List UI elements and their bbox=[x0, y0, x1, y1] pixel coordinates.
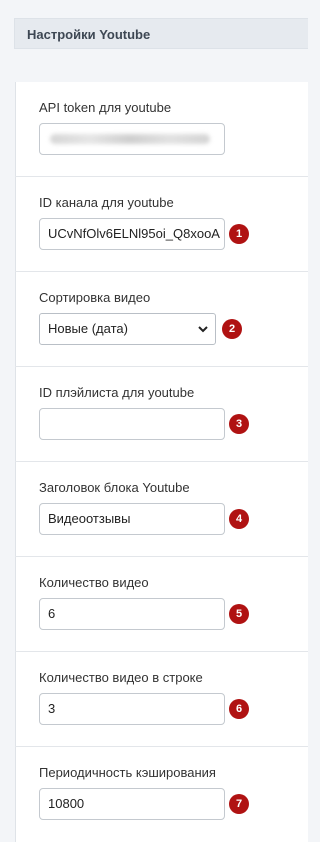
api-token-input[interactable] bbox=[39, 123, 225, 155]
videos-per-row-label: Количество видео в строке bbox=[39, 670, 203, 685]
chevron-down-icon bbox=[198, 314, 208, 344]
step-badge-3: 3 bbox=[229, 414, 249, 434]
api-token-label: API token для youtube bbox=[39, 100, 172, 115]
block-title-label: Заголовок блока Youtube bbox=[39, 480, 190, 495]
field-video-count: Количество видео 6 5 bbox=[15, 556, 308, 651]
step-badge-5: 5 bbox=[229, 604, 249, 624]
playlist-id-input[interactable] bbox=[39, 408, 225, 440]
section-title: Настройки Youtube bbox=[27, 27, 151, 42]
sort-label: Сортировка видео bbox=[39, 290, 151, 305]
sort-selected-value: Новые (дата) bbox=[48, 321, 128, 336]
video-count-label: Количество видео bbox=[39, 575, 149, 590]
field-block-title: Заголовок блока Youtube Видеоотзывы 4 bbox=[15, 461, 308, 556]
channel-id-label: ID канала для youtube bbox=[39, 195, 174, 210]
cache-period-input[interactable]: 10800 bbox=[39, 788, 225, 820]
cache-period-label: Периодичность кэширования bbox=[39, 765, 216, 780]
field-cache-period: Периодичность кэширования 10800 7 bbox=[15, 746, 308, 837]
field-videos-per-row: Количество видео в строке 3 6 bbox=[15, 651, 308, 746]
sort-select[interactable]: Новые (дата) bbox=[39, 313, 216, 345]
videos-per-row-input[interactable]: 3 bbox=[39, 693, 225, 725]
step-badge-2: 2 bbox=[222, 319, 242, 339]
field-channel-id: ID канала для youtube UCvNfOlv6ELNl95oi_… bbox=[15, 176, 308, 271]
channel-id-input[interactable]: UCvNfOlv6ELNl95oi_Q8xooA bbox=[39, 218, 225, 250]
step-badge-1: 1 bbox=[229, 224, 249, 244]
section-header: Настройки Youtube bbox=[14, 18, 308, 49]
field-api-token: API token для youtube bbox=[15, 82, 308, 176]
step-badge-6: 6 bbox=[229, 699, 249, 719]
step-badge-7: 7 bbox=[229, 794, 249, 814]
step-badge-4: 4 bbox=[229, 509, 249, 529]
redacted-token bbox=[50, 134, 210, 144]
block-title-input[interactable]: Видеоотзывы bbox=[39, 503, 225, 535]
field-playlist-id: ID плэйлиста для youtube 3 bbox=[15, 366, 308, 461]
playlist-id-label: ID плэйлиста для youtube bbox=[39, 385, 195, 400]
video-count-input[interactable]: 6 bbox=[39, 598, 225, 630]
field-sort: Сортировка видео Новые (дата) 2 bbox=[15, 271, 308, 366]
